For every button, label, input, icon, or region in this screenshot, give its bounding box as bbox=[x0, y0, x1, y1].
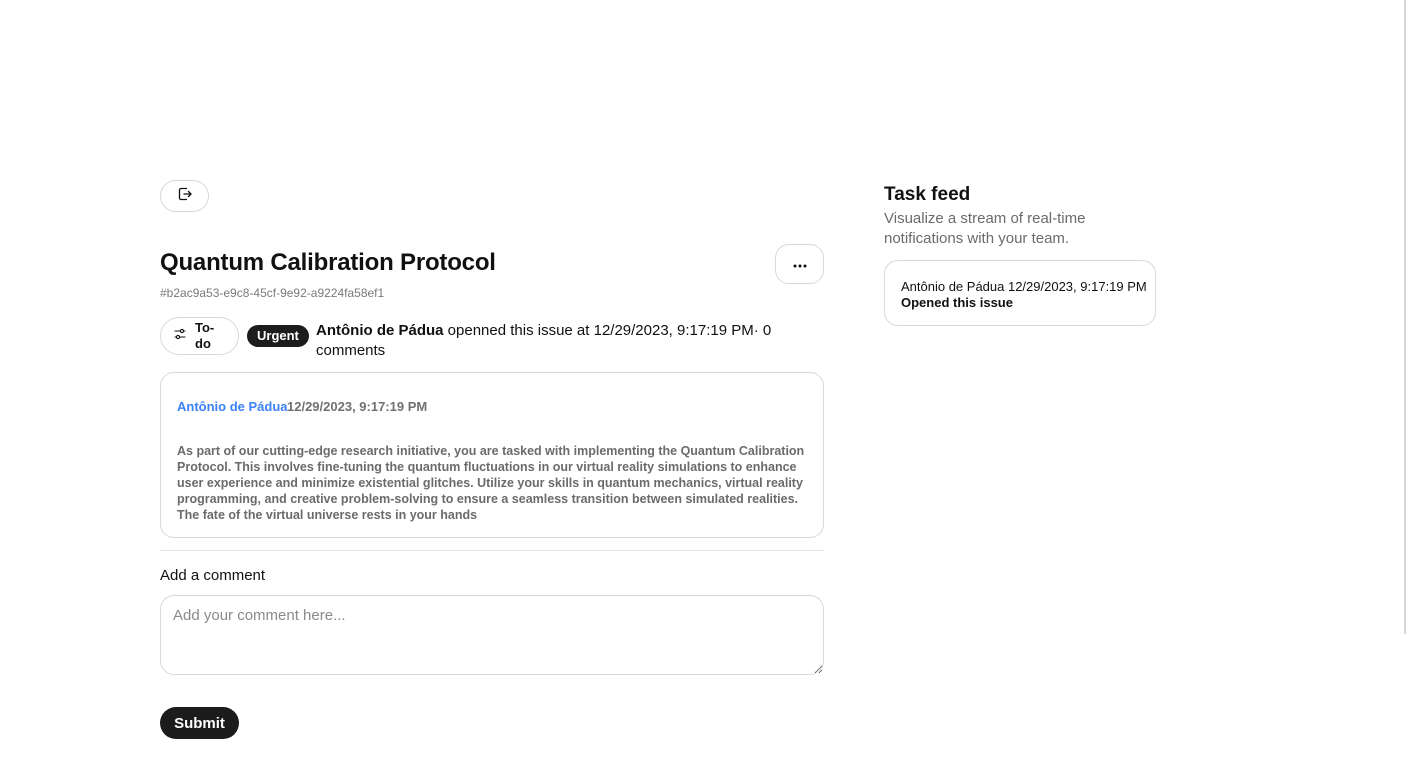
comment-timestamp: 12/29/2023, 9:17:19 PM bbox=[287, 399, 428, 414]
back-button[interactable] bbox=[160, 180, 209, 212]
submit-button[interactable]: Submit bbox=[160, 707, 239, 739]
add-comment-label: Add a comment bbox=[160, 567, 266, 584]
comment-input[interactable] bbox=[160, 595, 824, 675]
issue-author: Antônio de Pádua bbox=[316, 322, 444, 339]
comment-card: Antônio de Pádua 12/29/2023, 9:17:19 PM … bbox=[160, 372, 824, 538]
issue-id: #b2ac9a53-e9c8-45cf-9e92-a9224fa58ef1 bbox=[160, 286, 385, 300]
status-dropdown-button[interactable]: To-do bbox=[160, 317, 239, 355]
feed-item: Antônio de Pádua 12/29/2023, 9:17:19 PM … bbox=[884, 260, 1156, 326]
task-feed-title: Task feed bbox=[884, 184, 971, 205]
ellipsis-icon bbox=[792, 255, 808, 273]
issue-title: Quantum Calibration Protocol bbox=[160, 249, 496, 276]
status-label: To-do bbox=[195, 320, 215, 351]
comment-author-link[interactable]: Antônio de Pádua bbox=[177, 399, 288, 414]
comment-body: As part of our cutting-edge research ini… bbox=[177, 444, 805, 522]
feed-item-action: Opened this issue bbox=[901, 295, 1013, 310]
sliders-icon bbox=[174, 327, 186, 345]
divider bbox=[160, 550, 824, 551]
issue-opened-info: Antônio de Pádua openned this issue at 1… bbox=[316, 321, 786, 361]
feed-item-header: Antônio de Pádua 12/29/2023, 9:17:19 PM bbox=[901, 279, 1147, 294]
more-options-button[interactable] bbox=[775, 244, 824, 284]
exit-icon bbox=[177, 186, 193, 207]
issue-page: Quantum Calibration Protocol #b2ac9a53-e… bbox=[0, 0, 1406, 760]
task-feed-description: Visualize a stream of real-time notifica… bbox=[884, 210, 1086, 247]
priority-badge: Urgent bbox=[247, 325, 309, 347]
